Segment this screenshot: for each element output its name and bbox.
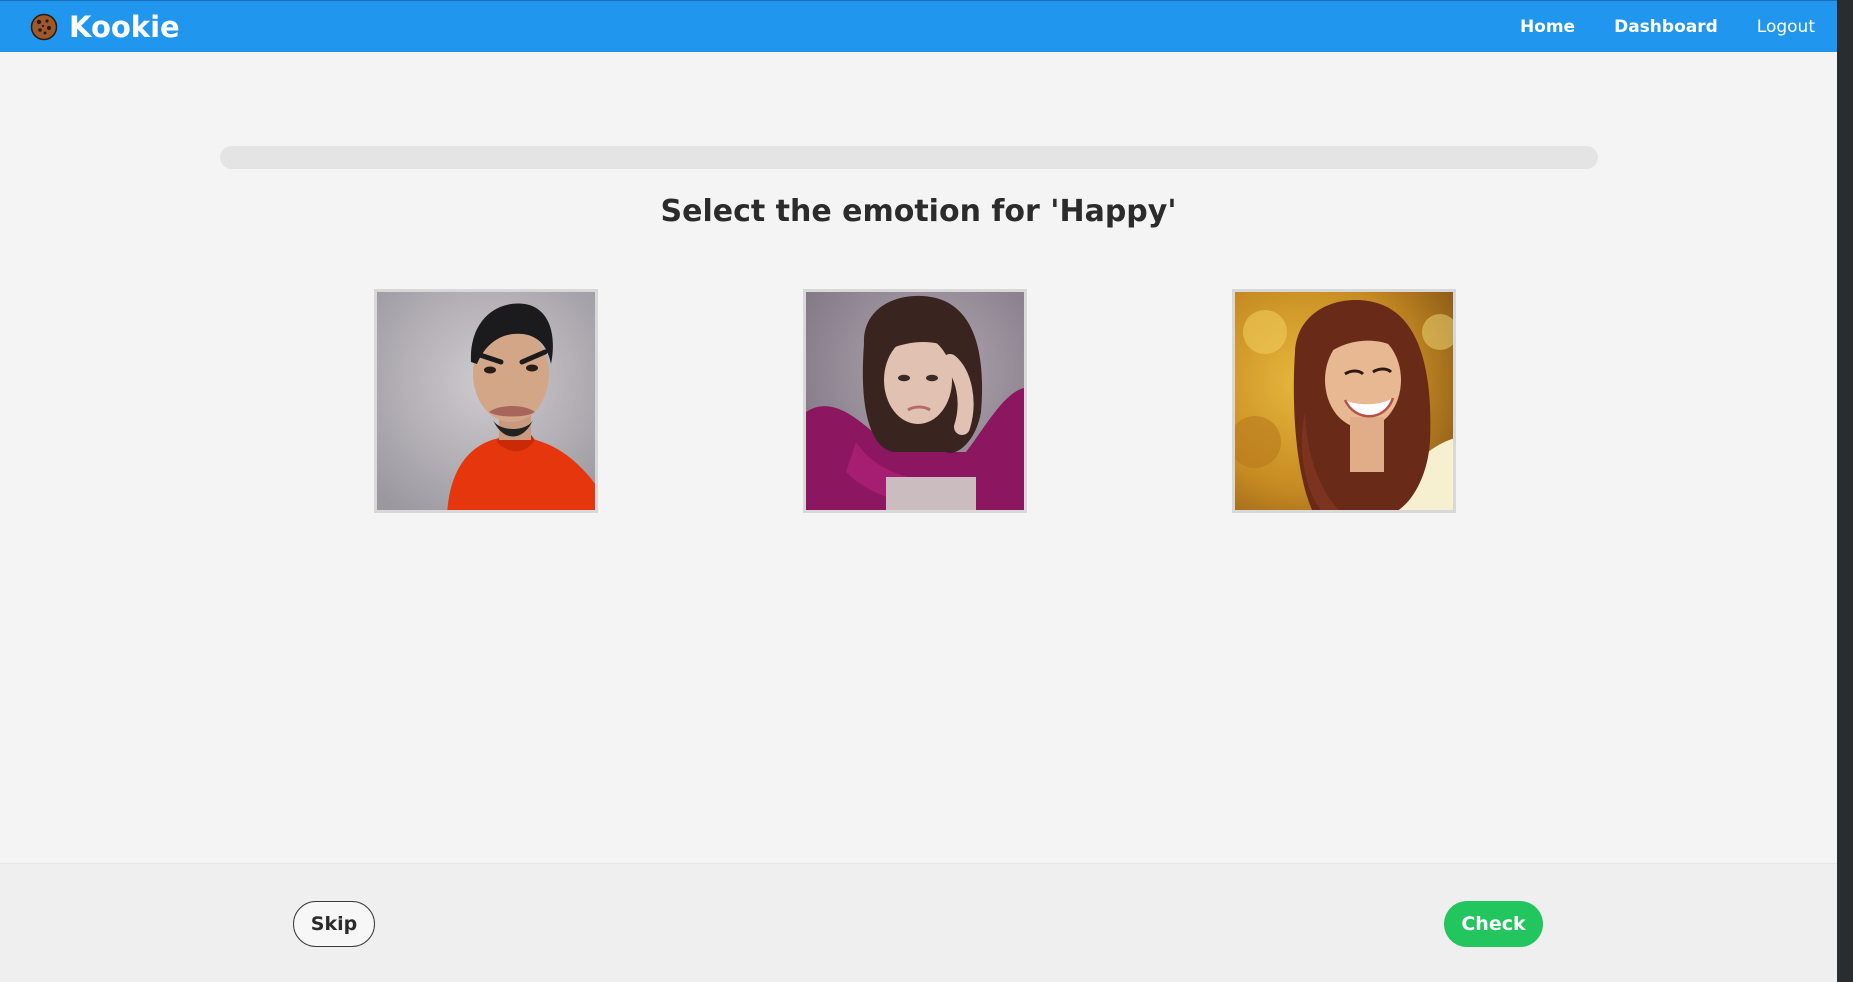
question-prompt: Select the emotion for 'Happy' bbox=[660, 194, 1177, 229]
nav-home-link[interactable]: Home bbox=[1520, 1, 1575, 53]
angry-man-photo bbox=[377, 292, 595, 510]
choice-happy-woman[interactable] bbox=[1232, 289, 1456, 513]
happy-woman-photo bbox=[1235, 292, 1453, 510]
cookie-icon bbox=[30, 13, 58, 41]
nav-logout-link[interactable]: Logout bbox=[1757, 1, 1815, 53]
choice-sad-woman[interactable] bbox=[803, 289, 1027, 513]
footer-bar: Skip Check bbox=[0, 863, 1837, 982]
navbar: Kookie Home Dashboard Logout bbox=[0, 0, 1837, 52]
nav-links: Home Dashboard Logout bbox=[1481, 1, 1815, 53]
app-window: Kookie Home Dashboard Logout Select the … bbox=[0, 0, 1837, 982]
skip-button[interactable]: Skip bbox=[293, 901, 375, 947]
choice-angry-man[interactable] bbox=[374, 289, 598, 513]
window-right-edge bbox=[1837, 0, 1853, 982]
progress-bar bbox=[220, 146, 1598, 169]
sad-woman-photo bbox=[806, 292, 1024, 510]
check-button[interactable]: Check bbox=[1444, 901, 1543, 947]
nav-dashboard-link[interactable]: Dashboard bbox=[1614, 1, 1718, 53]
brand-name: Kookie bbox=[69, 10, 180, 44]
brand[interactable]: Kookie bbox=[30, 8, 180, 46]
